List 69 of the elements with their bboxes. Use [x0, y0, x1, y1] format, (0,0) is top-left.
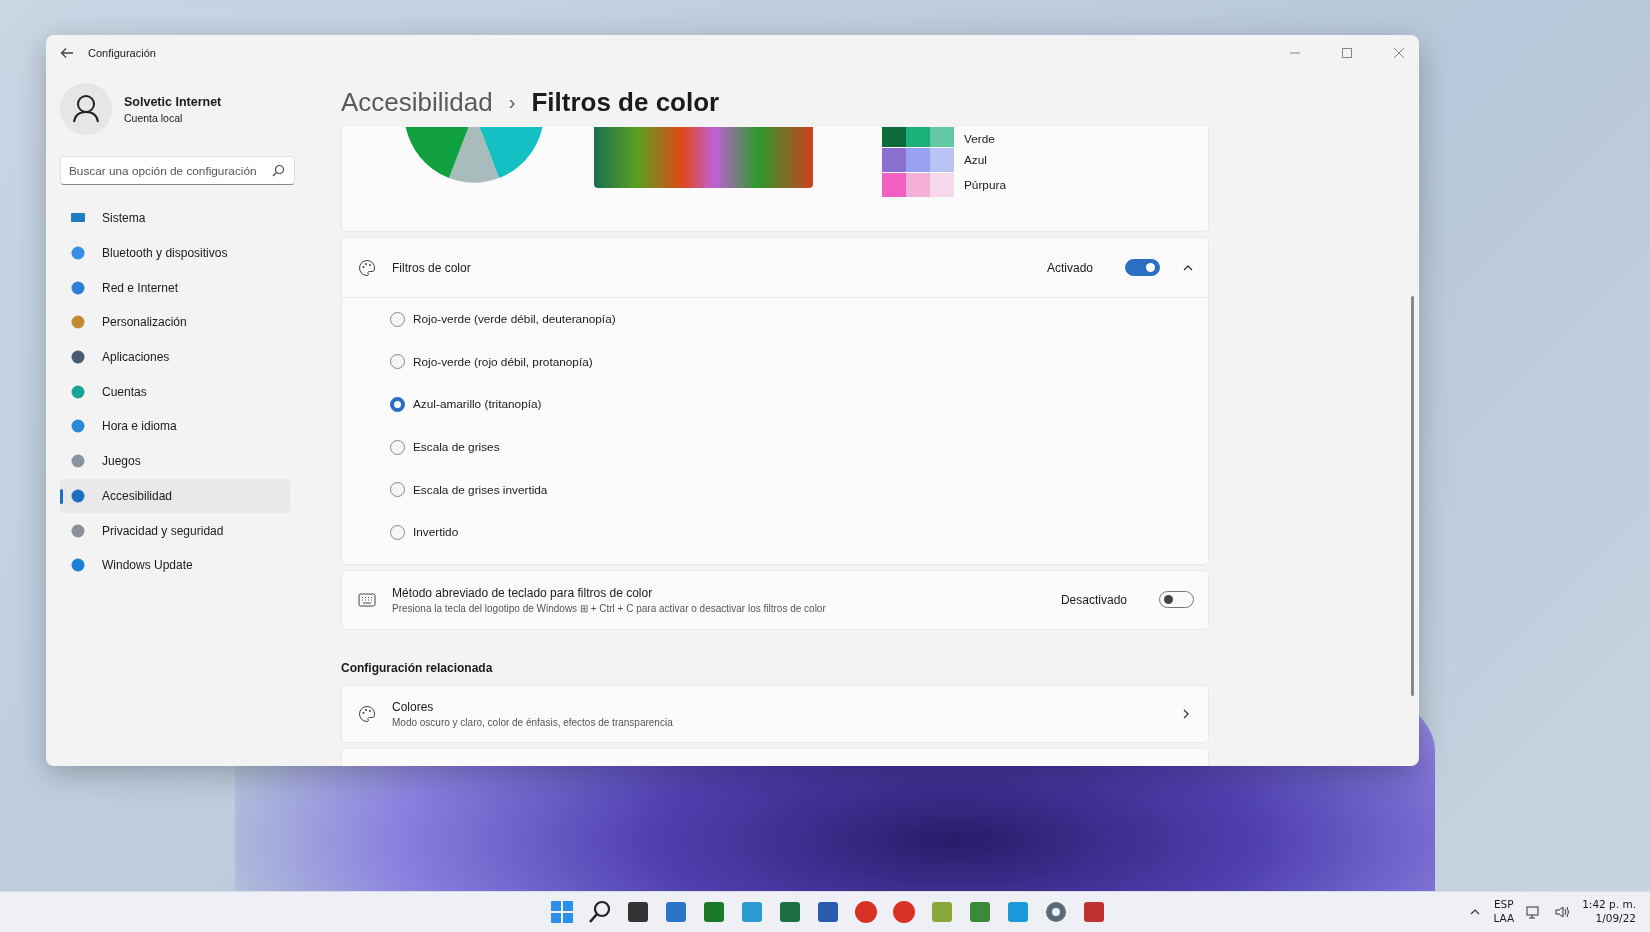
scrollbar[interactable]	[1411, 296, 1414, 696]
search-icon	[272, 164, 285, 177]
clock[interactable]: 1:42 p. m. 1/09/22	[1582, 898, 1636, 926]
sidebar-item[interactable]: Juegos	[60, 443, 290, 479]
category-icon	[70, 314, 86, 331]
radio-button[interactable]	[390, 397, 405, 412]
toggle-switch[interactable]	[1125, 259, 1160, 276]
swatch-label: Verde	[964, 131, 995, 147]
language-indicator[interactable]: ESP LAA	[1493, 898, 1515, 926]
sidebar-item[interactable]: Bluetooth y dispositivos	[60, 235, 290, 271]
avatar-icon	[60, 83, 112, 135]
radio-button[interactable]	[390, 311, 405, 327]
maximize-icon[interactable]	[1341, 47, 1353, 59]
sidebar-item[interactable]: Privacidad y seguridad	[60, 513, 290, 548]
category-icon	[70, 349, 86, 366]
category-icon	[70, 418, 86, 435]
volume-icon[interactable]	[1554, 904, 1571, 920]
option-label: Azul-amarillo (tritanopía)	[413, 397, 542, 412]
back-arrow-icon[interactable]	[60, 46, 74, 60]
profile-name: Solvetic Internet	[124, 94, 222, 109]
option-label: Rojo-verde (rojo débil, protanopía)	[413, 354, 593, 369]
taskbar-app-icon[interactable]	[625, 899, 651, 925]
close-icon[interactable]	[1393, 47, 1405, 59]
section-heading: Configuración relacionada	[341, 660, 494, 675]
radio-button[interactable]	[390, 354, 405, 370]
setting-title: Colores	[392, 699, 435, 714]
related-setting-link[interactable]: Colores Modo oscuro y claro, color de énfasis, efectos de transparencia	[341, 684, 1209, 743]
sidebar-item[interactable]: Hora e idioma	[60, 409, 290, 444]
sidebar-item[interactable]: Cuentas	[60, 374, 290, 410]
setting-description: Presiona la tecla del logotipo de Windows ⊞ + Ctrl + C para activar o desactivar los filtros de color	[392, 602, 826, 614]
page-title: Filtros de color	[531, 86, 720, 118]
category-icon	[70, 453, 86, 470]
option-label: Escala de grises	[413, 440, 500, 455]
category-icon	[70, 557, 86, 574]
keyboard-icon	[358, 592, 376, 607]
breadcrumb-link[interactable]: Accesibilidad	[341, 86, 493, 118]
search-field[interactable]: Buscar una opción de configuración	[60, 156, 295, 185]
swatch-label: Púrpura	[964, 177, 1006, 193]
sidebar-item[interactable]: Sistema	[60, 201, 290, 236]
color-filters-header[interactable]: Filtros de color Activado	[342, 238, 1208, 298]
option-label: Rojo-verde (verde débil, deuteranopía)	[413, 312, 616, 327]
category-icon	[70, 383, 86, 400]
toggle-state-label: Activado	[1046, 260, 1093, 275]
sidebar-item[interactable]: Windows Update	[60, 547, 290, 583]
taskbar-app-icon[interactable]	[587, 899, 613, 925]
palette-icon	[358, 704, 376, 723]
account-type: Cuenta local	[124, 111, 184, 124]
radio-button[interactable]	[390, 524, 405, 540]
sidebar-item[interactable]: Aplicaciones	[60, 339, 290, 375]
setting-description: Modo oscuro y claro, color de énfasis, efectos de transparencia	[392, 716, 673, 728]
swatch-label: Azul	[964, 152, 987, 168]
sidebar-item[interactable]: Accesibilidad	[60, 478, 290, 514]
option-label: Escala de grises invertida	[413, 482, 548, 497]
category-icon	[70, 279, 86, 296]
sidebar-item[interactable]: Personalización	[60, 305, 290, 340]
toggle-state-label: Desactivado	[1060, 592, 1127, 607]
window-title: Configuración	[88, 47, 156, 59]
setting-title: Método abreviado de teclado para filtros de color	[392, 585, 654, 600]
category-icon	[70, 522, 86, 539]
category-icon	[70, 487, 86, 504]
toggle-switch[interactable]	[1159, 591, 1194, 609]
sidebar-item[interactable]: Red e Internet	[60, 270, 290, 306]
palette-icon	[358, 258, 376, 277]
breadcrumb-separator: ›	[508, 90, 516, 114]
option-label: Invertido	[413, 525, 459, 540]
setting-label: Filtros de color	[392, 260, 471, 275]
category-icon	[70, 245, 86, 262]
radio-button[interactable]	[390, 482, 405, 498]
radio-button[interactable]	[390, 439, 405, 455]
